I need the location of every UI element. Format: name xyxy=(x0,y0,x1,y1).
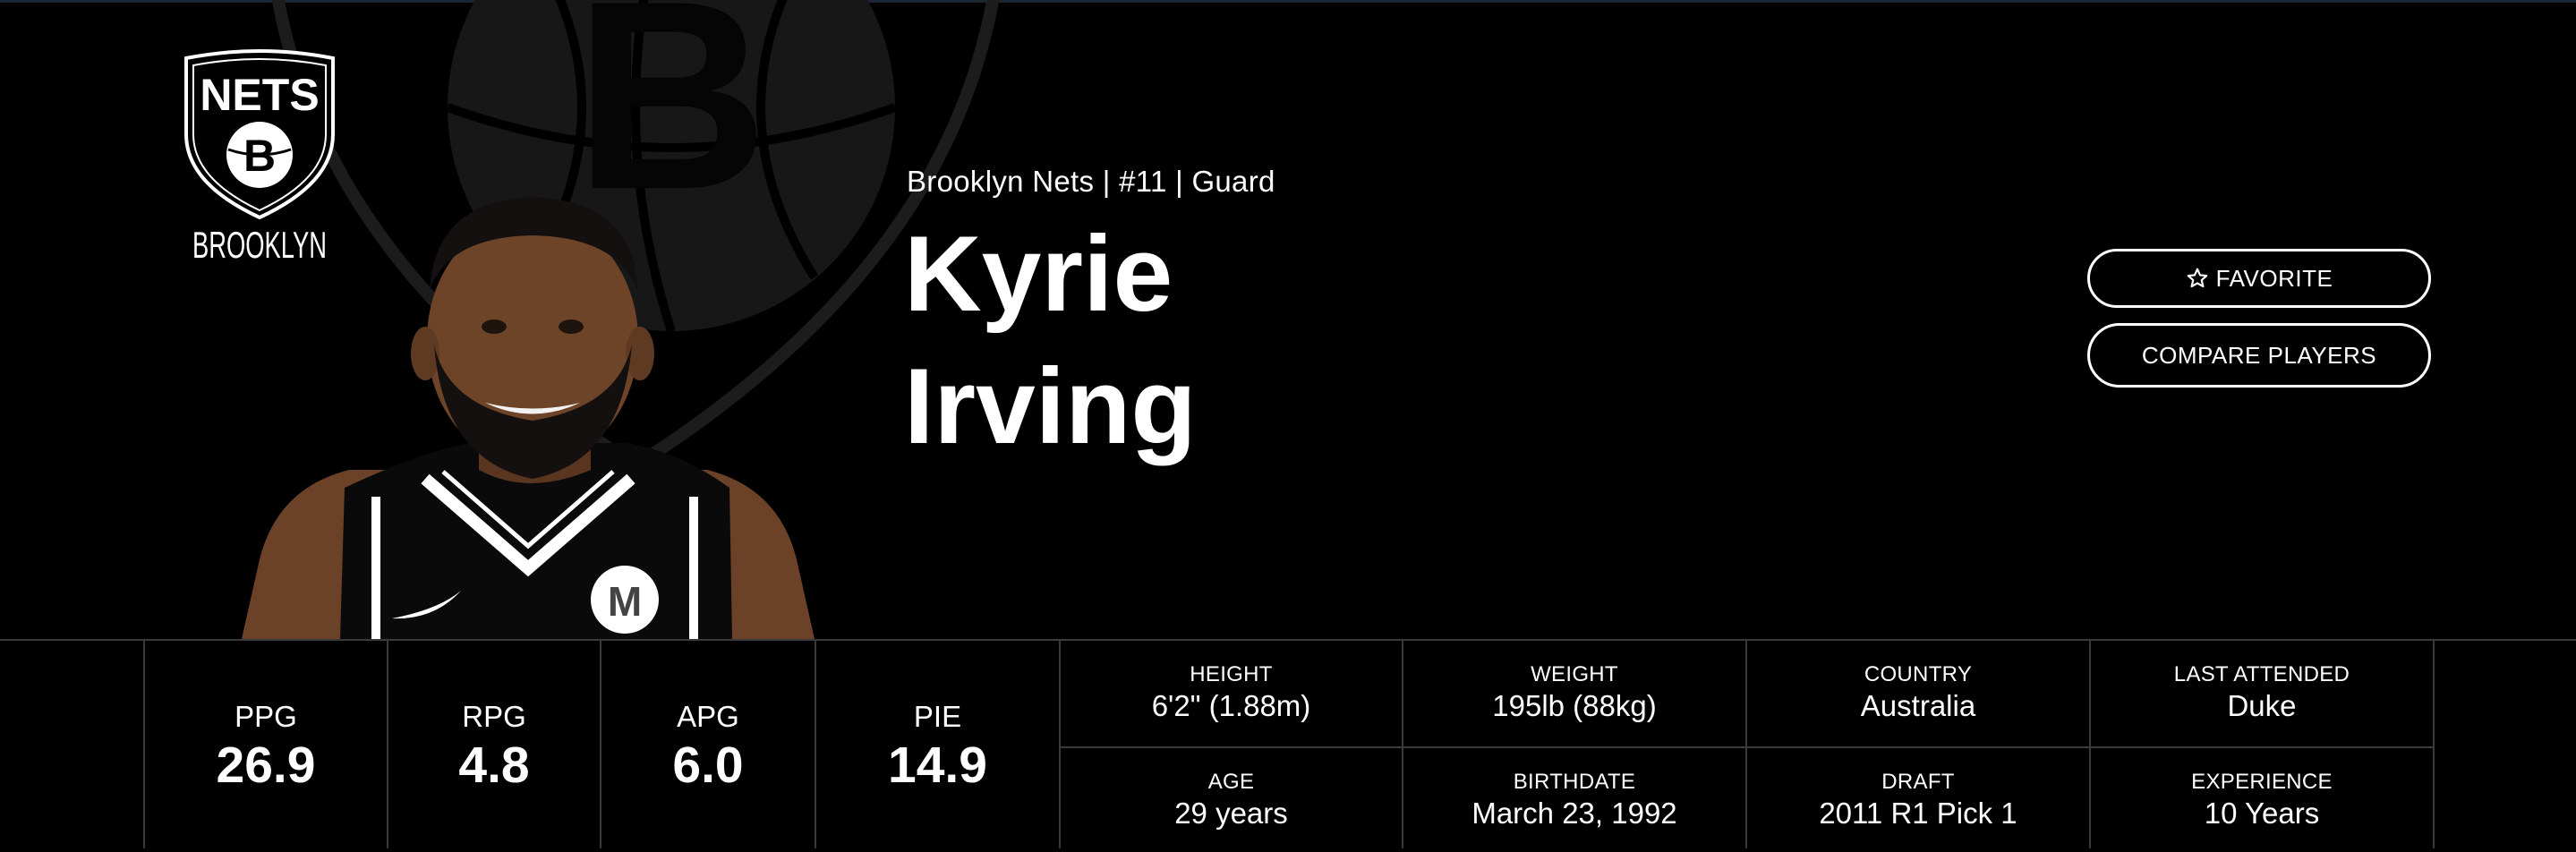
favorite-button[interactable]: FAVORITE xyxy=(2087,249,2431,308)
bio-weight: WEIGHT 195lb (88kg) xyxy=(1403,641,1745,745)
bio-value: Australia xyxy=(1860,689,1976,722)
bio-value: 29 years xyxy=(1174,797,1288,830)
player-name: Kyrie Irving xyxy=(904,208,1197,473)
bio-height: HEIGHT 6'2" (1.88m) xyxy=(1061,641,1402,745)
stat-pie: PIE 14.9 xyxy=(816,641,1059,848)
stat-value: 26.9 xyxy=(216,737,316,794)
bio-age: AGE 29 years xyxy=(1061,748,1402,852)
bio-value: Duke xyxy=(2227,689,2297,722)
star-icon xyxy=(2187,268,2208,288)
stat-value: 4.8 xyxy=(458,737,530,794)
stat-value: 14.9 xyxy=(888,737,987,794)
stat-label: RPG xyxy=(462,700,526,733)
bio-label: HEIGHT xyxy=(1190,662,1273,686)
svg-text:B: B xyxy=(243,131,276,181)
bio-label: LAST ATTENDED xyxy=(2173,662,2350,686)
bio-label: WEIGHT xyxy=(1531,662,1618,686)
stat-rpg: RPG 4.8 xyxy=(388,641,600,848)
stat-label: PPG xyxy=(235,700,297,733)
bio-birthdate: BIRTHDATE March 23, 1992 xyxy=(1403,748,1745,852)
svg-text:M: M xyxy=(608,578,642,625)
bio-value: 6'2" (1.88m) xyxy=(1151,689,1311,722)
player-first-name: Kyrie xyxy=(904,214,1173,334)
stat-ppg: PPG 26.9 xyxy=(145,641,387,848)
stat-label: PIE xyxy=(913,700,962,733)
bio-value: 195lb (88kg) xyxy=(1492,689,1657,722)
bio-label: DRAFT xyxy=(1881,770,1955,794)
player-stats-bar: PPG 26.9 RPG 4.8 APG 6.0 PIE 14.9 HEIGHT… xyxy=(0,639,2576,848)
bio-country: COUNTRY Australia xyxy=(1747,641,2089,745)
player-hero: B NETS B BROOKLYN M Brooklyn Nets | #11 … xyxy=(0,0,2576,639)
stat-apg: APG 6.0 xyxy=(601,641,815,848)
bio-last-attended: LAST ATTENDED Duke xyxy=(2091,641,2433,745)
svg-text:NETS: NETS xyxy=(200,70,319,120)
player-headshot: M xyxy=(242,197,815,639)
bio-value: March 23, 1992 xyxy=(1471,797,1677,830)
bio-label: EXPERIENCE xyxy=(2191,770,2333,794)
bio-draft: DRAFT 2011 R1 Pick 1 xyxy=(1747,748,2089,852)
compare-players-button[interactable]: COMPARE PLAYERS xyxy=(2087,323,2431,388)
bio-value: 10 Years xyxy=(2204,797,2320,830)
bio-experience: EXPERIENCE 10 Years xyxy=(2091,748,2433,852)
stats-divider xyxy=(2433,641,2435,848)
compare-players-label: COMPARE PLAYERS xyxy=(2141,341,2377,369)
team-number-position: Brooklyn Nets | #11 | Guard xyxy=(907,165,1275,198)
bio-label: COUNTRY xyxy=(1864,662,1973,686)
player-last-name: Irving xyxy=(904,346,1197,466)
bio-value: 2011 R1 Pick 1 xyxy=(1819,797,2017,830)
stat-label: APG xyxy=(677,700,739,733)
favorite-label: FAVORITE xyxy=(2215,264,2333,292)
bio-label: BIRTHDATE xyxy=(1513,770,1636,794)
stat-value: 6.0 xyxy=(672,737,744,794)
bio-label: AGE xyxy=(1207,770,1255,794)
